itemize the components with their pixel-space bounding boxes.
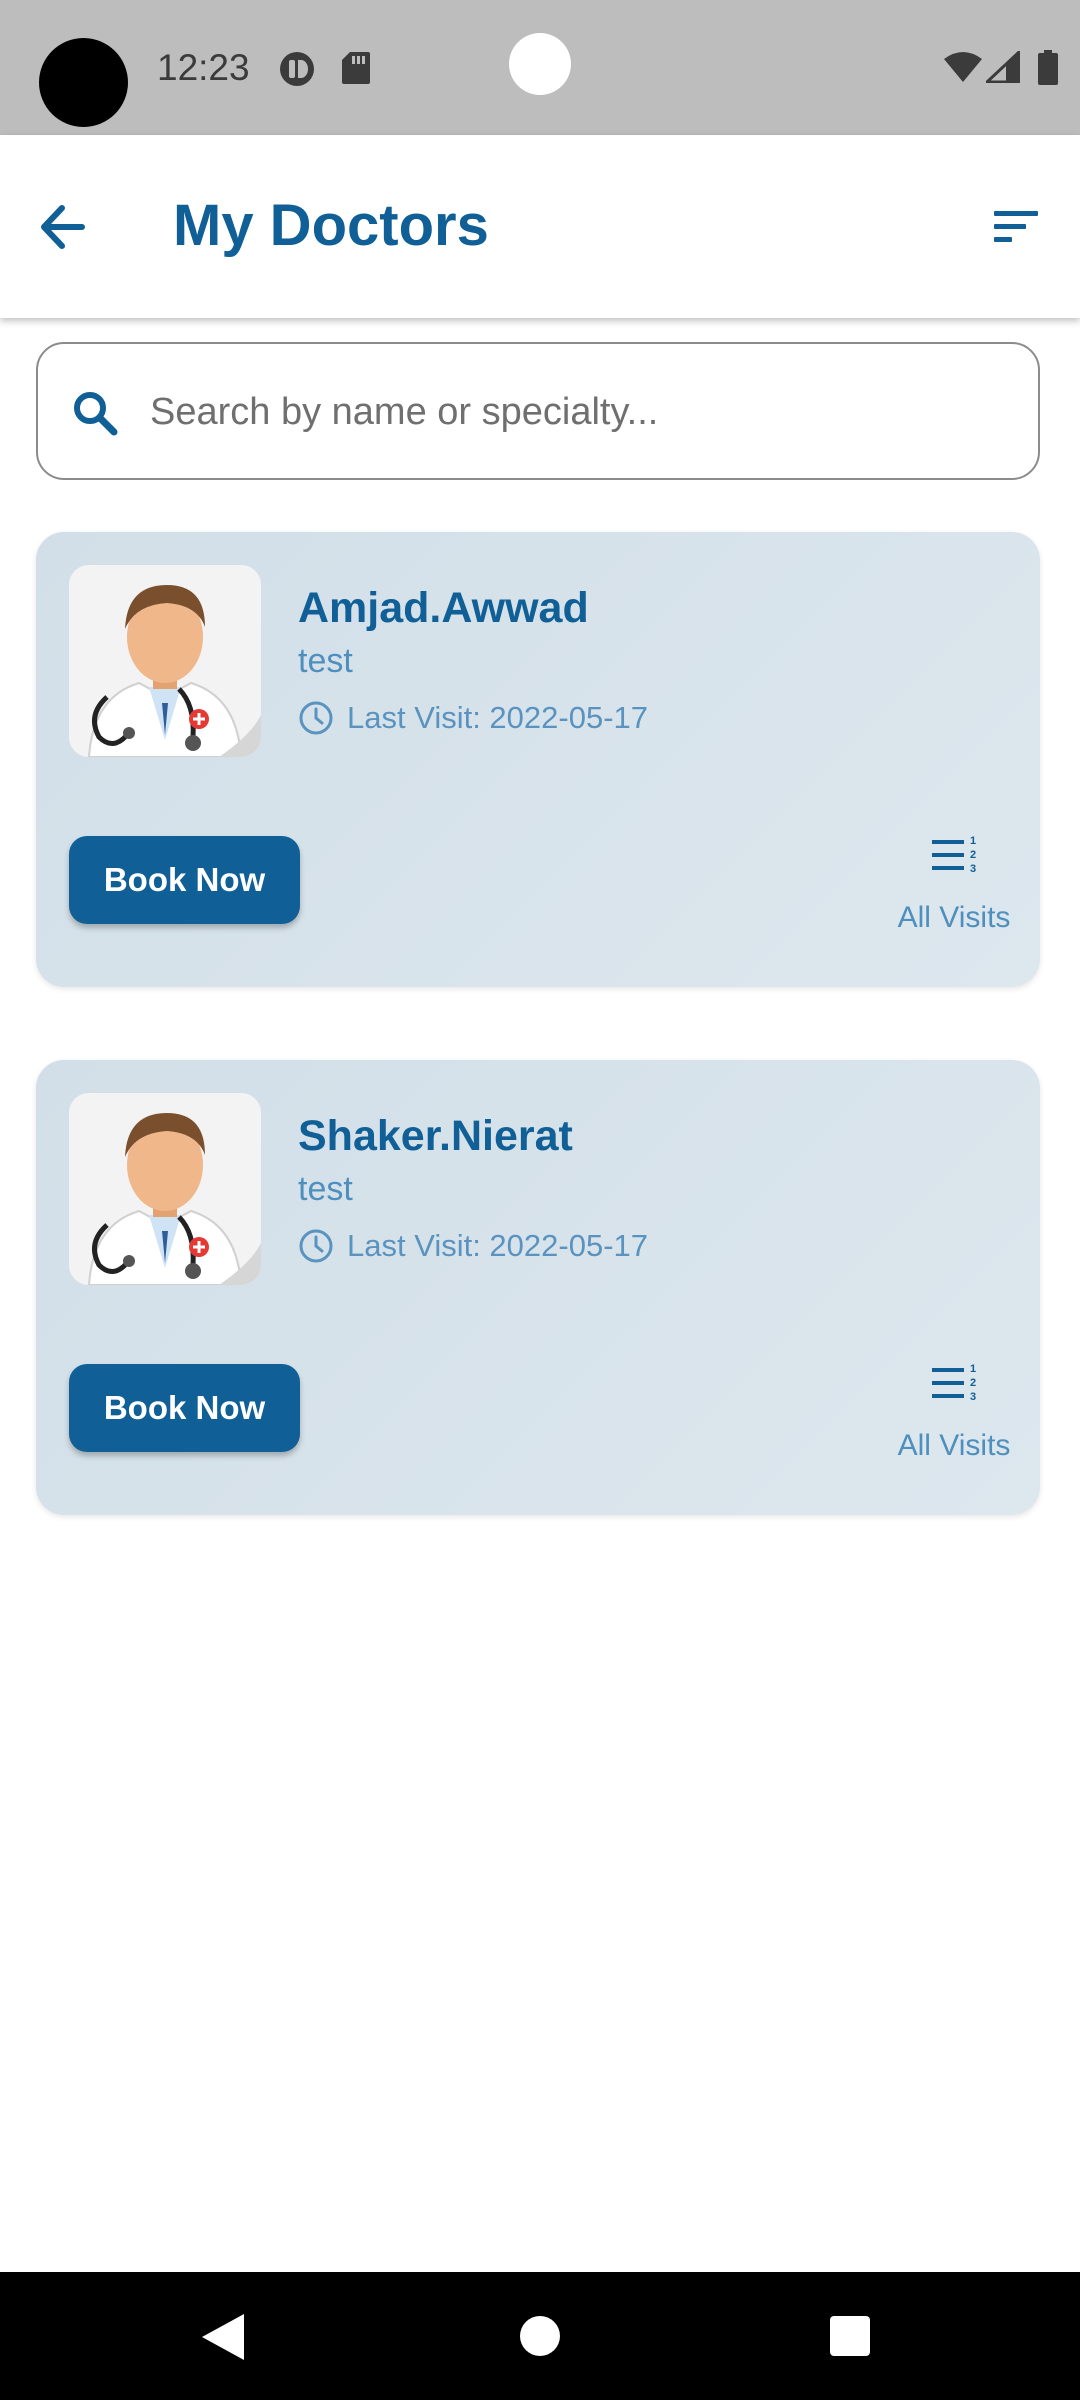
- page-title: My Doctors: [173, 193, 489, 258]
- doctor-specialty: test: [298, 1170, 353, 1208]
- svg-text:1: 1: [970, 1363, 976, 1375]
- sd-card-icon: [342, 52, 370, 84]
- all-visits-button[interactable]: 1 2 3 All Visits: [891, 832, 1017, 952]
- status-time: 12:23: [157, 47, 250, 88]
- signal-icon: [986, 51, 1020, 83]
- doctor-card: Amjad.Awwad test Last Visit: 2022-05-17 …: [36, 532, 1040, 987]
- svg-text:1: 1: [970, 835, 976, 847]
- all-visits-label: All Visits: [897, 901, 1011, 934]
- svg-text:3: 3: [970, 1391, 976, 1403]
- book-now-button[interactable]: Book Now: [69, 1364, 300, 1452]
- search-box[interactable]: [36, 342, 1040, 480]
- svg-text:2: 2: [970, 849, 976, 861]
- clock-icon: [299, 1229, 333, 1263]
- nav-home-icon[interactable]: [520, 2316, 560, 2356]
- last-visit-row: Last Visit: 2022-05-17: [298, 1225, 648, 1267]
- all-visits-button[interactable]: 1 2 3 All Visits: [891, 1360, 1017, 1480]
- status-bar: 12:23: [0, 0, 1080, 135]
- last-visit-row: Last Visit: 2022-05-17: [298, 697, 648, 739]
- system-navigation-bar: [0, 2272, 1080, 2400]
- notification-app-icon: [280, 52, 314, 86]
- svg-text:2: 2: [970, 1377, 976, 1389]
- camera-hole: [39, 38, 128, 127]
- all-visits-label: All Visits: [897, 1429, 1011, 1462]
- last-visit-text: Last Visit: 2022-05-17: [347, 700, 649, 735]
- doctor-card: Shaker.Nierat test Last Visit: 2022-05-1…: [36, 1060, 1040, 1515]
- doctor-avatar: [69, 1093, 261, 1285]
- doctor-specialty: test: [298, 642, 353, 680]
- nav-back-icon[interactable]: [200, 2312, 246, 2362]
- search-icon: [74, 392, 118, 436]
- nav-recents-icon[interactable]: [830, 2316, 870, 2356]
- doctor-name: Shaker.Nierat: [298, 1112, 573, 1160]
- doctor-avatar-icon: [69, 1093, 261, 1285]
- doctor-avatar-icon: [69, 565, 261, 757]
- search-input[interactable]: [150, 374, 1010, 450]
- svg-text:3: 3: [970, 863, 976, 875]
- book-now-button[interactable]: Book Now: [69, 836, 300, 924]
- back-button[interactable]: [32, 195, 102, 259]
- wifi-icon: [944, 52, 982, 82]
- battery-icon: [1038, 50, 1058, 85]
- doctor-avatar: [69, 565, 261, 757]
- numbered-list-icon: 1 2 3: [932, 1363, 976, 1403]
- filter-list-icon: [994, 211, 1038, 242]
- doctor-name: Amjad.Awwad: [298, 584, 589, 632]
- last-visit-text: Last Visit: 2022-05-17: [347, 1228, 649, 1263]
- clock-icon: [299, 701, 333, 735]
- arrow-left-icon: [41, 205, 85, 249]
- app-bar: My Doctors: [0, 135, 1080, 318]
- numbered-list-icon: 1 2 3: [932, 835, 976, 875]
- front-sensor: [509, 33, 571, 95]
- filter-button[interactable]: [986, 199, 1046, 255]
